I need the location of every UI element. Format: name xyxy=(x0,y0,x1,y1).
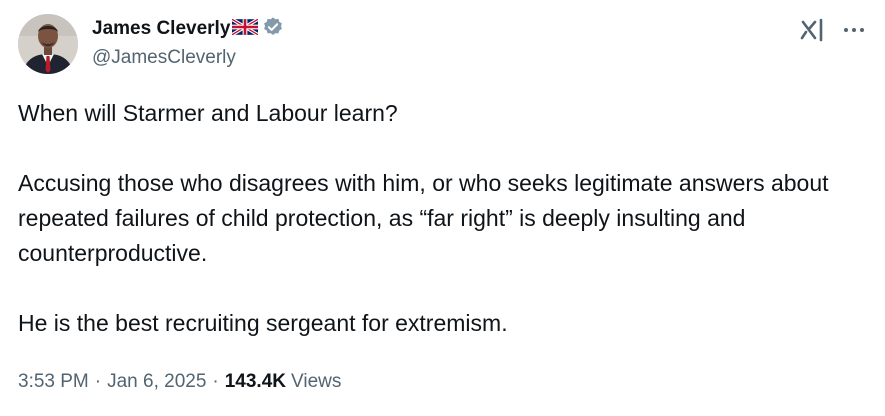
tweet-paragraph: He is the best recruiting sergeant for e… xyxy=(18,310,508,336)
avatar[interactable] xyxy=(18,14,78,74)
grok-icon[interactable] xyxy=(798,17,826,43)
views-count[interactable]: 143.4K xyxy=(225,371,286,393)
author-handle[interactable]: @JamesCleverly xyxy=(92,47,236,69)
more-options-icon[interactable] xyxy=(840,18,868,42)
author-display-name[interactable]: James Cleverly xyxy=(92,18,230,40)
meta-separator: · xyxy=(94,371,102,392)
tweet-paragraph: When will Starmer and Labour learn? xyxy=(18,100,398,126)
views-label[interactable]: Views xyxy=(291,371,341,393)
tweet-paragraph: Accusing those who disagrees with him, o… xyxy=(18,170,829,266)
verified-badge-icon[interactable] xyxy=(262,16,284,43)
tweet-text: When will Starmer and Labour learn? Accu… xyxy=(18,96,868,341)
avatar-image xyxy=(18,14,78,74)
tweet-date[interactable]: Jan 6, 2025 xyxy=(107,371,206,393)
tweet-time[interactable]: 3:53 PM xyxy=(18,371,89,393)
author-name-row: James Cleverly xyxy=(92,16,284,42)
tweet-meta: 3:53 PM · Jan 6, 2025 · 143.4K Views xyxy=(18,371,341,393)
meta-separator: · xyxy=(212,371,219,392)
uk-flag-icon xyxy=(231,17,260,40)
